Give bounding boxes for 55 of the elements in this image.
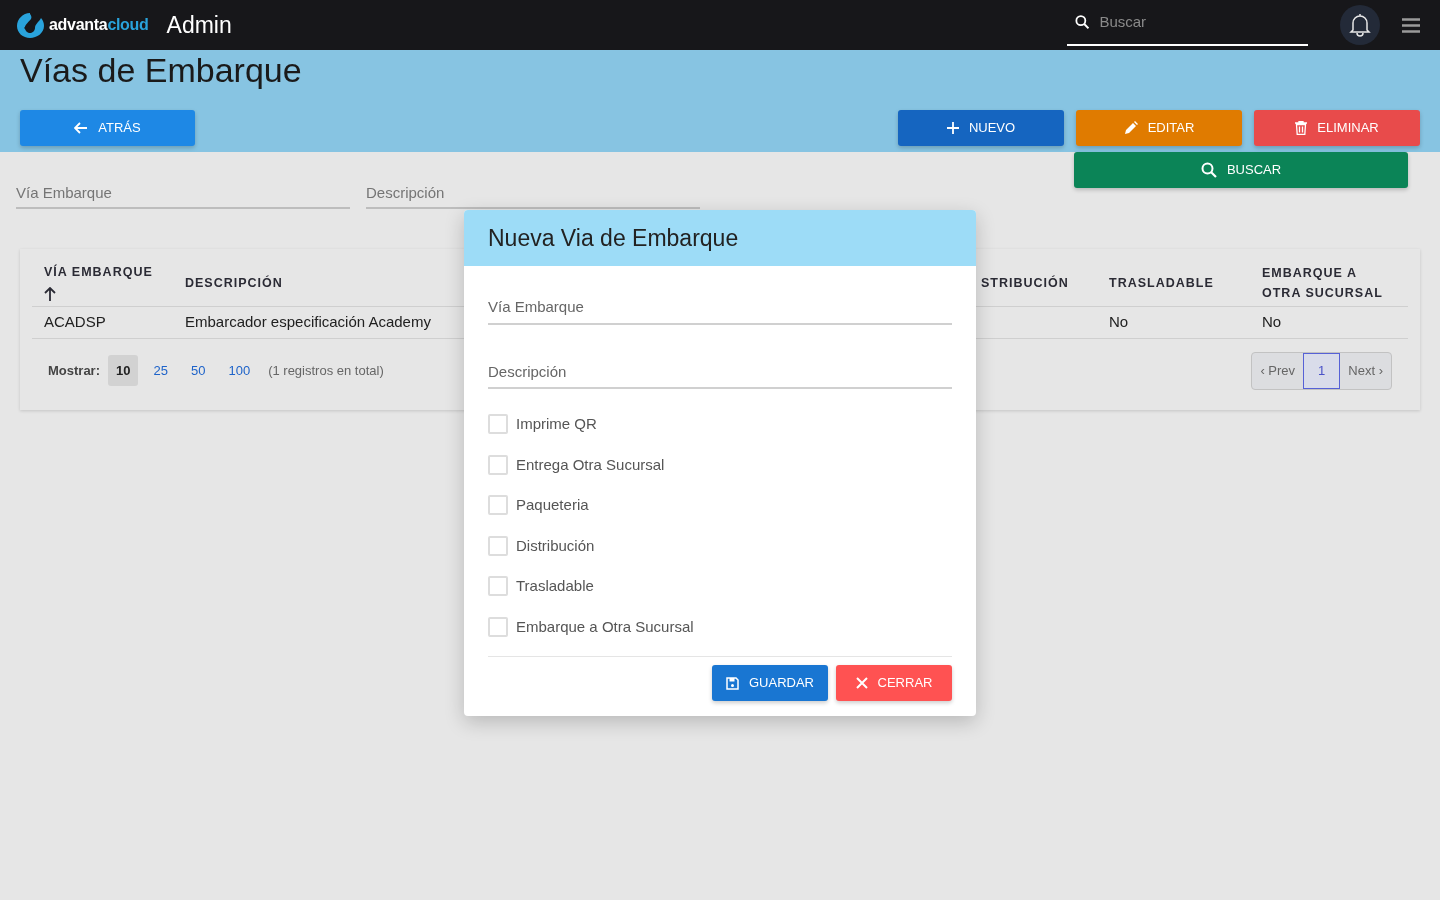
delete-button[interactable]: ELIMINAR: [1254, 110, 1420, 146]
close-icon: [855, 677, 868, 689]
edit-button[interactable]: EDITAR: [1076, 110, 1242, 146]
table-cell: No: [1109, 312, 1129, 330]
table-cell: No: [1262, 312, 1282, 330]
page-title: Vías de Embarque: [20, 50, 303, 90]
column-header[interactable]: EMBARQUE A OTRA SUCURSAL: [1262, 263, 1390, 303]
close-button[interactable]: CERRAR: [836, 665, 952, 701]
page-link[interactable]: 1: [1303, 352, 1341, 389]
prev-page-link[interactable]: ‹ Prev: [1252, 352, 1304, 389]
checkbox[interactable]: [488, 616, 508, 637]
new-button[interactable]: NUEVO: [898, 110, 1064, 146]
dialog-title: Nueva Via de Embarque: [464, 210, 976, 266]
search-button[interactable]: BUSCAR: [1074, 152, 1408, 188]
checkbox[interactable]: [488, 495, 508, 516]
search-icon: [1200, 162, 1217, 178]
app-title: Admin: [166, 10, 232, 40]
checkbox[interactable]: [488, 414, 508, 435]
search-field[interactable]: Buscar: [1097, 9, 1300, 35]
pencil-icon: [1123, 121, 1138, 135]
menu-icon: [1402, 18, 1420, 34]
trash-icon: [1295, 121, 1308, 135]
next-page-link[interactable]: Next ›: [1340, 352, 1391, 389]
notifications-button[interactable]: [1340, 5, 1380, 45]
column-header[interactable]: STRIBUCIÓN: [981, 273, 1109, 293]
filter-field[interactable]: Descripción: [366, 180, 700, 209]
page-size-option[interactable]: 10: [108, 354, 139, 387]
logo-text: advanta: [49, 15, 108, 35]
table-cell: ACADSP: [44, 312, 106, 330]
arrow-left-icon: [74, 122, 89, 134]
bell-icon: [1349, 13, 1371, 37]
checkbox-label: Distribución: [516, 535, 595, 556]
back-button[interactable]: ATRÁS: [20, 110, 195, 146]
page-size-option[interactable]: 100: [220, 354, 259, 387]
checkbox[interactable]: [488, 454, 508, 475]
checkbox-label: Embarque a Otra Sucursal: [516, 616, 694, 637]
page-size-option[interactable]: 25: [145, 354, 176, 387]
logo-icon: [16, 11, 45, 39]
table-cell: Embarcador especificación Academy: [185, 312, 431, 330]
record-count: (1 registros en total): [268, 361, 384, 380]
checkbox[interactable]: [488, 576, 508, 597]
checkbox-label: Entrega Otra Sucursal: [516, 454, 665, 475]
page-size-option[interactable]: 50: [182, 354, 214, 387]
checkbox-label: Paqueteria: [516, 495, 589, 515]
search-icon: [1075, 14, 1090, 30]
column-header[interactable]: TRASLADABLE: [1109, 273, 1262, 293]
logo-text: cloud: [107, 15, 149, 35]
filter-field[interactable]: Vía Embarque: [16, 180, 350, 209]
checkbox-label: Trasladable: [516, 576, 594, 596]
checkbox[interactable]: [488, 535, 508, 556]
page-size-label: Mostrar:: [48, 361, 100, 380]
column-header[interactable]: VÍA EMBARQUE: [44, 261, 185, 282]
save-button[interactable]: GUARDAR: [712, 665, 828, 701]
checkbox-label: Imprime QR: [516, 414, 597, 434]
plus-icon: [946, 122, 959, 134]
